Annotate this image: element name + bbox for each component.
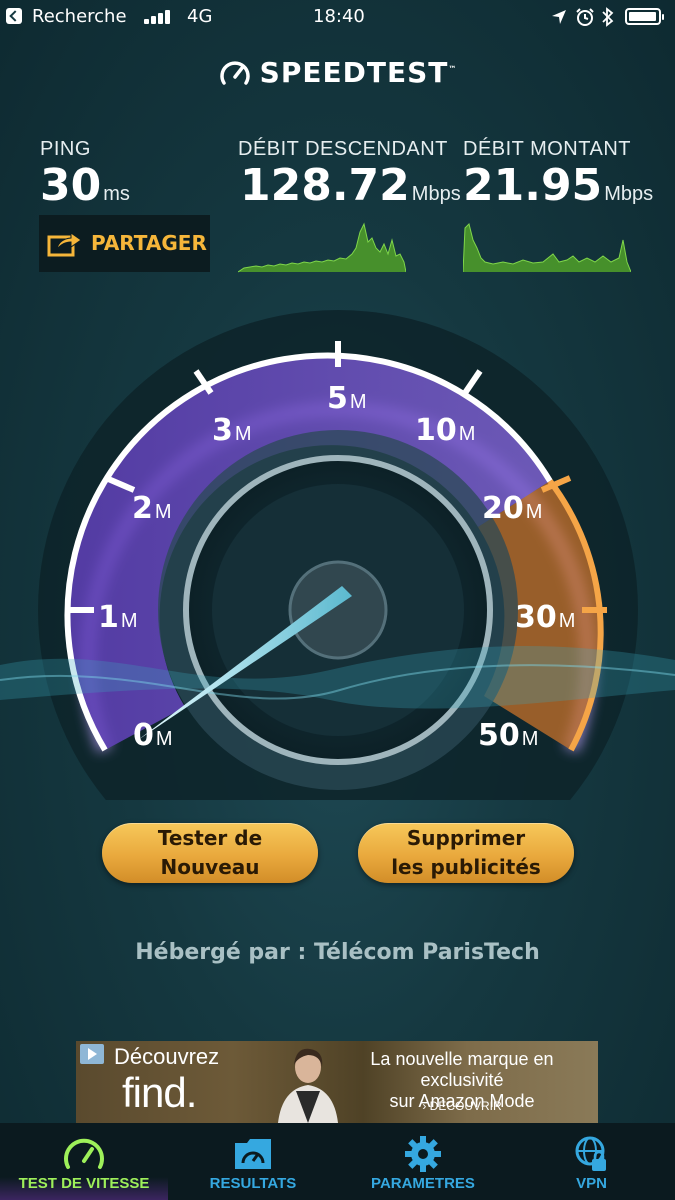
share-icon bbox=[47, 232, 82, 257]
download-unit: Mbps bbox=[411, 183, 461, 205]
retest-label-line2: Nouveau bbox=[160, 855, 260, 879]
gear-icon bbox=[405, 1136, 441, 1172]
location-arrow-icon bbox=[552, 10, 566, 24]
remove-ads-label-line2: les publicités bbox=[391, 855, 541, 879]
speedtest-logo-icon bbox=[219, 61, 250, 85]
status-bar: Recherche 4G 18:40 bbox=[0, 0, 675, 36]
share-button[interactable]: PARTAGER bbox=[39, 215, 210, 272]
ad-cta[interactable]: › DÉCOUVRIR bbox=[332, 1099, 592, 1113]
gauge-hub bbox=[288, 560, 388, 660]
upload-unit: Mbps bbox=[604, 183, 654, 205]
tab-vpn[interactable]: VPN bbox=[508, 1123, 675, 1200]
ping-unit: ms bbox=[103, 183, 130, 205]
tab-results[interactable]: RESULTATS bbox=[168, 1123, 338, 1200]
tab-settings[interactable]: PARAMETRES bbox=[338, 1123, 508, 1200]
upload-value-group: 21.95 Mbps bbox=[463, 160, 653, 211]
tab-label: TEST DE VITESSE bbox=[18, 1175, 150, 1192]
ping-label: PING bbox=[40, 138, 91, 160]
bluetooth-icon bbox=[602, 7, 614, 27]
app-logo: SPEEDTEST™ bbox=[0, 56, 675, 91]
tab-bar: TEST DE VITESSE RESULTATS PARAMETRES VPN bbox=[0, 1123, 675, 1200]
server-host: Hébergé par : Télécom ParisTech bbox=[135, 940, 540, 965]
download-label: DÉBIT DESCENDANT bbox=[238, 138, 448, 160]
ad-choices-icon[interactable] bbox=[80, 1044, 104, 1064]
ping-value-group: 30 ms bbox=[40, 160, 130, 211]
alarm-icon bbox=[576, 8, 594, 26]
ad-banner[interactable]: Découvrez find. La nouvelle marque en ex… bbox=[76, 1041, 598, 1123]
download-value-group: 128.72 Mbps bbox=[240, 160, 461, 211]
tab-label: PARAMETRES bbox=[371, 1175, 475, 1192]
retest-label-line1: Tester de bbox=[157, 826, 263, 850]
retest-button[interactable]: Tester de Nouveau bbox=[102, 823, 318, 883]
tab-label: VPN bbox=[576, 1175, 607, 1192]
app-title: SPEEDTEST bbox=[259, 56, 449, 89]
upload-value: 21.95 bbox=[463, 160, 603, 211]
battery-icon bbox=[625, 8, 664, 25]
network-type: 4G bbox=[187, 6, 213, 27]
clock: 18:40 bbox=[313, 6, 365, 27]
remove-ads-label-line1: Supprimer bbox=[406, 826, 526, 850]
tab-label: RESULTATS bbox=[209, 1175, 297, 1192]
signal-strength-icon bbox=[144, 10, 174, 24]
share-label: PARTAGER bbox=[91, 231, 207, 255]
results-folder-icon bbox=[235, 1139, 271, 1169]
ad-headline: Découvrez bbox=[114, 1044, 220, 1069]
back-arrow-icon[interactable] bbox=[6, 8, 22, 24]
trademark: ™ bbox=[448, 64, 458, 74]
speed-gauge: 0M 1M 2M 3M 5M 10 M 20 M 30 M 50 M bbox=[0, 310, 675, 800]
tab-speed-test[interactable]: TEST DE VITESSE bbox=[0, 1123, 168, 1200]
ping-value: 30 bbox=[40, 160, 102, 211]
back-label[interactable]: Recherche bbox=[32, 6, 127, 27]
ad-tagline-line1: La nouvelle marque en exclusivité bbox=[370, 1049, 554, 1090]
ad-brand: find. bbox=[122, 1069, 197, 1116]
remove-ads-button[interactable]: Supprimer les publicités bbox=[358, 823, 574, 883]
upload-sparkline bbox=[463, 223, 631, 273]
download-value: 128.72 bbox=[240, 160, 410, 211]
globe-lock-icon bbox=[575, 1136, 606, 1171]
speedometer-icon bbox=[64, 1138, 104, 1169]
upload-label: DÉBIT MONTANT bbox=[463, 138, 631, 160]
download-sparkline bbox=[238, 222, 406, 273]
